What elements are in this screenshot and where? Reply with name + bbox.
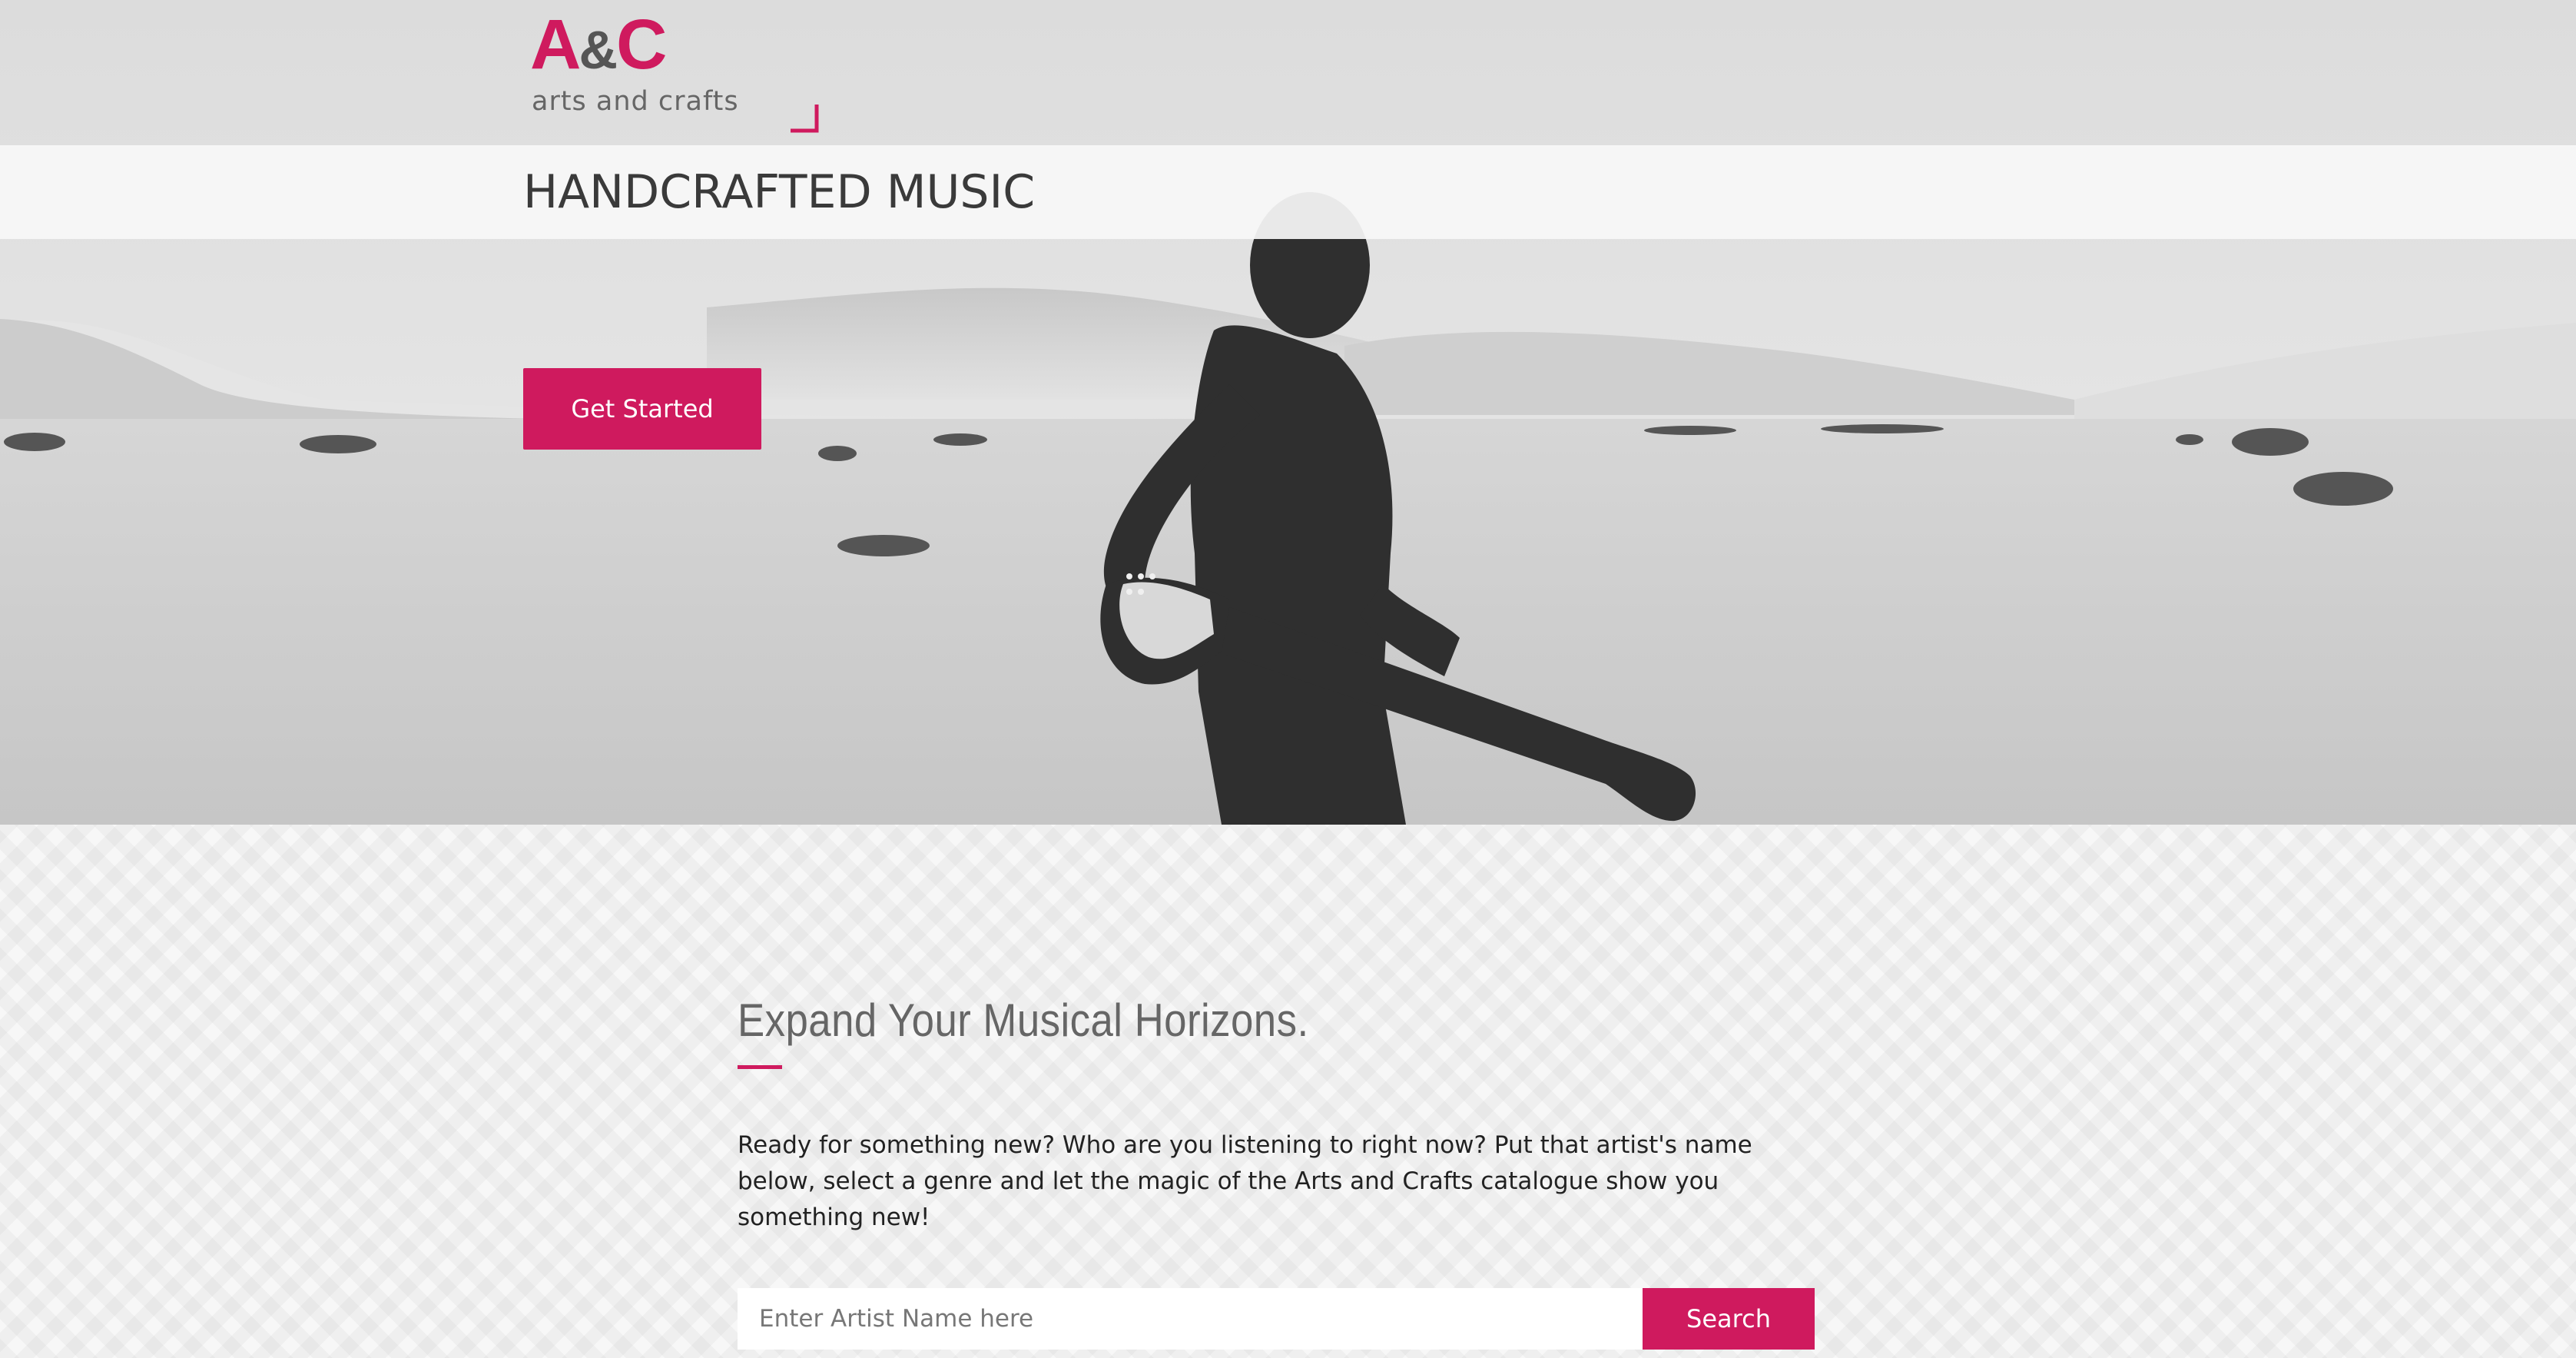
logo-mark: A&C	[530, 5, 667, 88]
section-heading: Expand Your Musical Horizons.	[738, 994, 1309, 1046]
hero-title-band: HANDCRAFTED MUSIC	[0, 145, 2576, 239]
hero-section: A&C arts and crafts HANDCRAFTED MUSIC Ge…	[0, 0, 2576, 825]
logo-ampersand: &	[579, 20, 618, 80]
search-button[interactable]: Search	[1643, 1288, 1815, 1350]
get-started-button[interactable]: Get Started	[523, 368, 761, 450]
heading-underline	[738, 1065, 782, 1069]
hero-image	[0, 0, 2576, 825]
artist-search-input[interactable]	[738, 1288, 1643, 1350]
logo-letter-a: A	[530, 5, 581, 84]
page: A&C arts and crafts HANDCRAFTED MUSIC Ge…	[0, 0, 2576, 1358]
discover-section: Expand Your Musical Horizons. Ready for …	[0, 825, 2576, 1358]
logo-letter-c: C	[616, 5, 667, 84]
corner-bracket-icon	[791, 105, 819, 133]
intro-paragraph: Ready for something new? Who are you lis…	[738, 1131, 1752, 1231]
hero-title: HANDCRAFTED MUSIC	[523, 165, 1036, 219]
logo-tagline: arts and crafts	[532, 86, 739, 117]
